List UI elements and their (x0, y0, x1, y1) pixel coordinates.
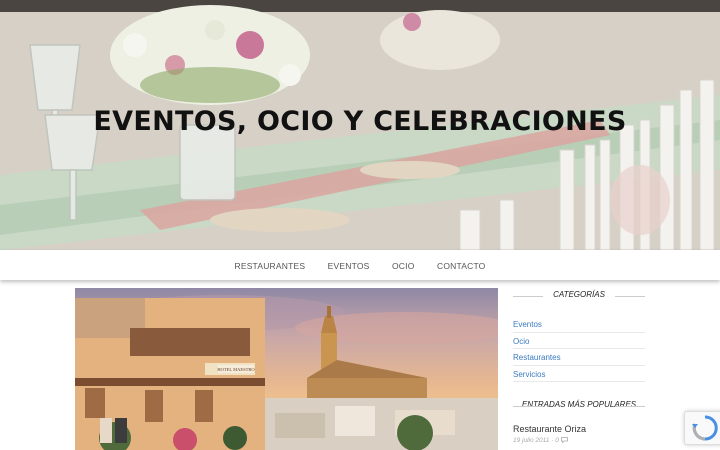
popular-post-comments[interactable]: 0 (555, 437, 559, 444)
category-link-eventos[interactable]: Eventos (513, 316, 645, 333)
svg-text:HOTEL MAESTRO: HOTEL MAESTRO (217, 367, 255, 372)
popular-post-date: 19 julio 2011 (513, 437, 550, 444)
popular-post-title[interactable]: Restaurante Oriza (513, 424, 645, 434)
category-link-ocio[interactable]: Ocio (513, 333, 645, 349)
seville-giralda-photo: HOTEL MAESTRO (75, 295, 498, 450)
sidebar: CATEGORÍAS Eventos Ocio Restaurantes Ser… (513, 290, 645, 444)
nav-item-contacto[interactable]: CONTACTO (437, 261, 486, 271)
main-nav: RESTAURANTES EVENTOS OCIO CONTACTO (0, 250, 720, 280)
category-link-restaurantes[interactable]: Restaurantes (513, 349, 645, 366)
category-link-servicios[interactable]: Servicios (513, 366, 645, 382)
popular-posts-heading: ENTRADAS MÁS POPULARES (513, 400, 645, 414)
hero-banner: EVENTOS, OCIO Y CELEBRACIONES (0, 0, 720, 250)
recaptcha-icon (692, 415, 718, 441)
hero-title: EVENTOS, OCIO Y CELEBRACIONES (93, 106, 627, 137)
featured-post-image[interactable]: HOTEL MAESTRO (75, 288, 498, 450)
nav-item-restaurantes[interactable]: RESTAURANTES (234, 261, 305, 271)
recaptcha-badge[interactable] (684, 411, 720, 445)
categories-heading: CATEGORÍAS (513, 290, 645, 304)
comment-icon (560, 437, 568, 444)
nav-item-ocio[interactable]: OCIO (392, 261, 415, 271)
popular-post-meta: 19 julio 2011 · 0 (513, 437, 645, 444)
categories-list: Eventos Ocio Restaurantes Servicios (513, 316, 645, 382)
nav-item-eventos[interactable]: EVENTOS (328, 261, 370, 271)
